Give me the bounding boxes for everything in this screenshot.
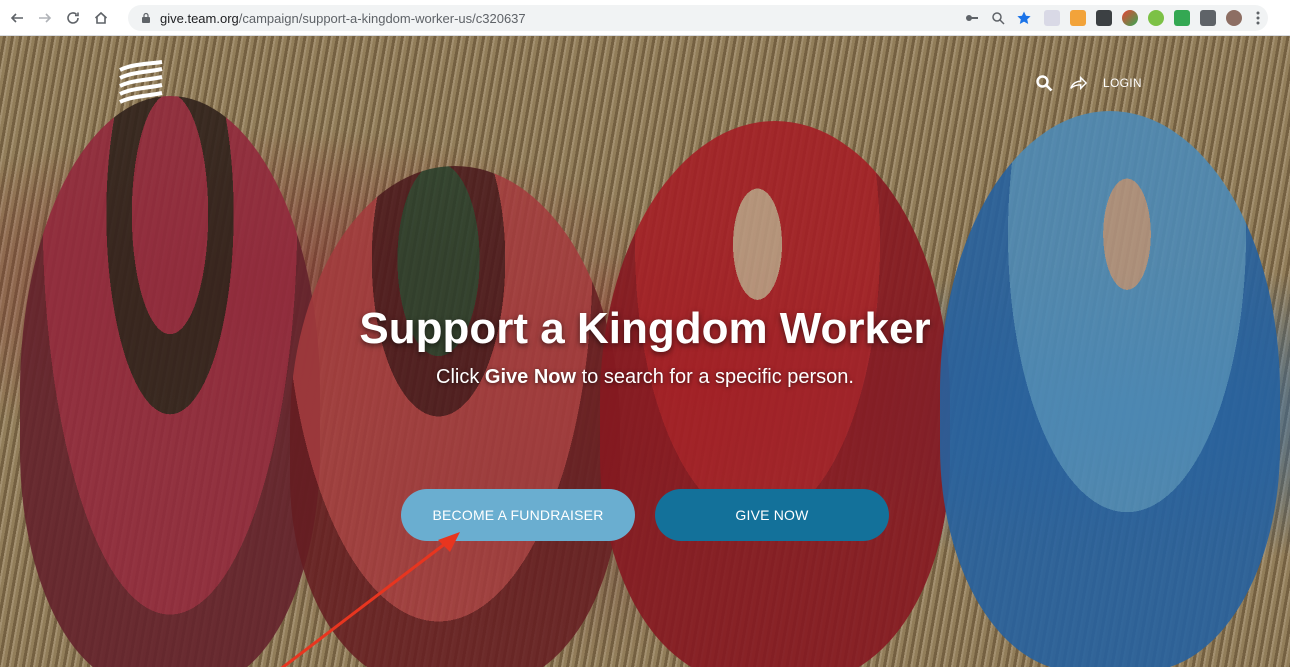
site-header-nav: LOGIN [1035, 74, 1142, 92]
extensions-puzzle-icon[interactable] [1200, 10, 1216, 26]
extension-sheet-icon[interactable] [1174, 10, 1190, 26]
extension-chart-icon[interactable] [1070, 10, 1086, 26]
url-host: give.team.org [160, 10, 239, 26]
url-path: /campaign/support-a-kingdom-worker-us/c3… [238, 10, 526, 26]
subtitle-text: Click [436, 366, 485, 388]
forward-arrow-icon[interactable] [34, 7, 56, 29]
reload-icon[interactable] [62, 7, 84, 29]
hero-banner: LOGIN Support a Kingdom Worker Click Giv… [0, 36, 1290, 667]
extension-card-icon[interactable] [1044, 10, 1060, 26]
login-link[interactable]: LOGIN [1103, 76, 1142, 90]
annotation-arrow-icon [280, 532, 460, 667]
bookmark-star-icon[interactable] [1014, 8, 1034, 28]
subtitle-text: to search for a specific person. [576, 366, 854, 388]
extension-rainbow-icon[interactable] [1122, 10, 1138, 26]
search-icon[interactable] [1035, 74, 1053, 92]
team-logo[interactable] [118, 60, 164, 106]
extension-w-icon[interactable] [1148, 10, 1164, 26]
profile-avatar[interactable] [1226, 10, 1242, 26]
browser-toolbar: give.team.org/campaign/support-a-kingdom… [0, 0, 1290, 36]
back-arrow-icon[interactable] [6, 7, 28, 29]
url-text: give.team.org/campaign/support-a-kingdom… [160, 11, 526, 26]
page-title: Support a Kingdom Worker [359, 304, 931, 353]
key-icon[interactable] [962, 8, 982, 28]
share-icon[interactable] [1069, 74, 1087, 92]
zoom-icon[interactable] [988, 8, 1008, 28]
kebab-menu-icon[interactable] [1248, 8, 1268, 28]
page-subtitle: Click Give Now to search for a specific … [0, 366, 1290, 389]
omnibox-actions [956, 5, 1268, 31]
subtitle-emphasis: Give Now [484, 366, 577, 388]
address-bar[interactable]: give.team.org/campaign/support-a-kingdom… [128, 5, 1268, 31]
give-now-button[interactable]: GIVE NOW [655, 489, 889, 541]
home-icon[interactable] [90, 7, 112, 29]
lock-icon [142, 12, 150, 23]
extension-reader-icon[interactable] [1096, 10, 1112, 26]
